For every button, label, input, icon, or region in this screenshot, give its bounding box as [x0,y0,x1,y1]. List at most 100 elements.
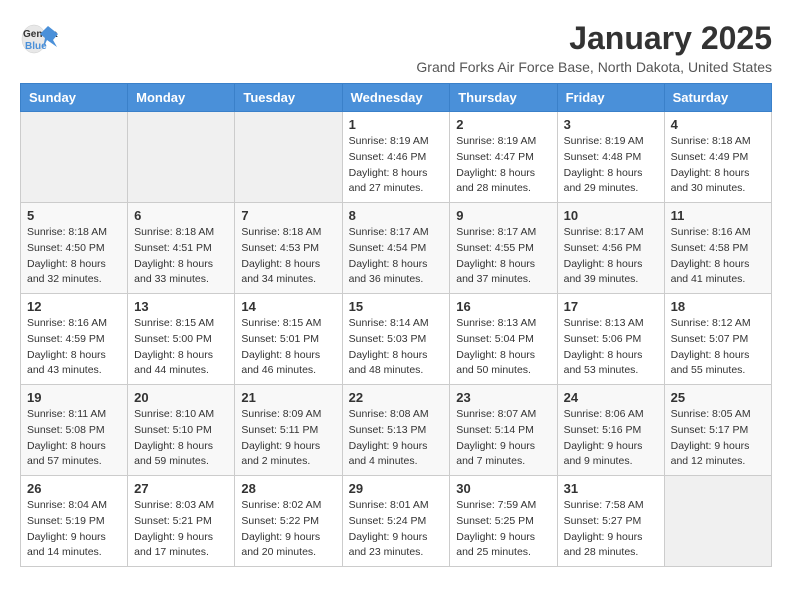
day-info: Sunrise: 8:02 AM Sunset: 5:22 PM Dayligh… [241,498,335,561]
day-info: Sunrise: 8:19 AM Sunset: 4:48 PM Dayligh… [564,134,658,197]
day-info: Sunrise: 8:12 AM Sunset: 5:07 PM Dayligh… [671,316,765,379]
sunset-text: Sunset: 4:49 PM [671,151,749,163]
day-info: Sunrise: 8:09 AM Sunset: 5:11 PM Dayligh… [241,407,335,470]
day-info: Sunrise: 8:14 AM Sunset: 5:03 PM Dayligh… [349,316,444,379]
sunrise-text: Sunrise: 8:16 AM [27,317,107,329]
daylight-text: Daylight: 8 hours and 55 minutes. [671,349,750,377]
day-info: Sunrise: 8:18 AM Sunset: 4:53 PM Dayligh… [241,225,335,288]
daylight-text: Daylight: 8 hours and 34 minutes. [241,258,320,286]
day-info: Sunrise: 8:01 AM Sunset: 5:24 PM Dayligh… [349,498,444,561]
calendar-week-row: 19 Sunrise: 8:11 AM Sunset: 5:08 PM Dayl… [21,385,772,476]
table-row: 9 Sunrise: 8:17 AM Sunset: 4:55 PM Dayli… [450,203,557,294]
day-number: 2 [456,117,550,132]
col-thursday: Thursday [450,84,557,112]
table-row: 25 Sunrise: 8:05 AM Sunset: 5:17 PM Dayl… [664,385,771,476]
daylight-text: Daylight: 8 hours and 27 minutes. [349,167,428,195]
sunrise-text: Sunrise: 8:05 AM [671,408,751,420]
day-info: Sunrise: 8:07 AM Sunset: 5:14 PM Dayligh… [456,407,550,470]
logo-svg: General Blue [20,20,58,58]
day-number: 16 [456,299,550,314]
sunset-text: Sunset: 5:06 PM [564,333,642,345]
sunrise-text: Sunrise: 8:15 AM [134,317,214,329]
day-info: Sunrise: 8:13 AM Sunset: 5:04 PM Dayligh… [456,316,550,379]
day-info: Sunrise: 8:11 AM Sunset: 5:08 PM Dayligh… [27,407,121,470]
daylight-text: Daylight: 8 hours and 46 minutes. [241,349,320,377]
day-number: 15 [349,299,444,314]
daylight-text: Daylight: 8 hours and 44 minutes. [134,349,213,377]
sunrise-text: Sunrise: 8:18 AM [27,226,107,238]
table-row: 17 Sunrise: 8:13 AM Sunset: 5:06 PM Dayl… [557,294,664,385]
daylight-text: Daylight: 9 hours and 14 minutes. [27,531,106,559]
table-row: 4 Sunrise: 8:18 AM Sunset: 4:49 PM Dayli… [664,112,771,203]
sunset-text: Sunset: 4:55 PM [456,242,534,254]
sunset-text: Sunset: 4:48 PM [564,151,642,163]
day-number: 12 [27,299,121,314]
table-row [128,112,235,203]
day-number: 24 [564,390,658,405]
sunrise-text: Sunrise: 8:18 AM [134,226,214,238]
daylight-text: Daylight: 9 hours and 9 minutes. [564,440,643,468]
day-number: 18 [671,299,765,314]
day-info: Sunrise: 8:16 AM Sunset: 4:59 PM Dayligh… [27,316,121,379]
header: General Blue January 2025 Grand Forks Ai… [20,20,772,75]
day-number: 21 [241,390,335,405]
day-number: 4 [671,117,765,132]
table-row [235,112,342,203]
calendar-week-row: 12 Sunrise: 8:16 AM Sunset: 4:59 PM Dayl… [21,294,772,385]
day-number: 19 [27,390,121,405]
sunset-text: Sunset: 4:58 PM [671,242,749,254]
sunset-text: Sunset: 5:14 PM [456,424,534,436]
col-friday: Friday [557,84,664,112]
sunset-text: Sunset: 5:25 PM [456,515,534,527]
table-row: 20 Sunrise: 8:10 AM Sunset: 5:10 PM Dayl… [128,385,235,476]
day-number: 1 [349,117,444,132]
table-row: 5 Sunrise: 8:18 AM Sunset: 4:50 PM Dayli… [21,203,128,294]
sunset-text: Sunset: 5:01 PM [241,333,319,345]
day-number: 8 [349,208,444,223]
col-sunday: Sunday [21,84,128,112]
svg-text:Blue: Blue [25,41,47,52]
col-wednesday: Wednesday [342,84,450,112]
sunset-text: Sunset: 5:17 PM [671,424,749,436]
table-row: 16 Sunrise: 8:13 AM Sunset: 5:04 PM Dayl… [450,294,557,385]
sunset-text: Sunset: 4:59 PM [27,333,105,345]
daylight-text: Daylight: 8 hours and 41 minutes. [671,258,750,286]
day-number: 27 [134,481,228,496]
table-row: 18 Sunrise: 8:12 AM Sunset: 5:07 PM Dayl… [664,294,771,385]
calendar-week-row: 26 Sunrise: 8:04 AM Sunset: 5:19 PM Dayl… [21,476,772,567]
day-info: Sunrise: 8:10 AM Sunset: 5:10 PM Dayligh… [134,407,228,470]
day-info: Sunrise: 8:16 AM Sunset: 4:58 PM Dayligh… [671,225,765,288]
table-row [21,112,128,203]
table-row: 11 Sunrise: 8:16 AM Sunset: 4:58 PM Dayl… [664,203,771,294]
sunrise-text: Sunrise: 8:15 AM [241,317,321,329]
day-number: 9 [456,208,550,223]
sunrise-text: Sunrise: 8:01 AM [349,499,429,511]
daylight-text: Daylight: 9 hours and 17 minutes. [134,531,213,559]
daylight-text: Daylight: 8 hours and 37 minutes. [456,258,535,286]
day-number: 5 [27,208,121,223]
day-number: 7 [241,208,335,223]
table-row: 29 Sunrise: 8:01 AM Sunset: 5:24 PM Dayl… [342,476,450,567]
sunrise-text: Sunrise: 8:03 AM [134,499,214,511]
sunset-text: Sunset: 4:47 PM [456,151,534,163]
daylight-text: Daylight: 8 hours and 33 minutes. [134,258,213,286]
daylight-text: Daylight: 9 hours and 20 minutes. [241,531,320,559]
daylight-text: Daylight: 8 hours and 43 minutes. [27,349,106,377]
daylight-text: Daylight: 8 hours and 53 minutes. [564,349,643,377]
sunrise-text: Sunrise: 8:02 AM [241,499,321,511]
sunrise-text: Sunrise: 8:14 AM [349,317,429,329]
sunset-text: Sunset: 4:46 PM [349,151,427,163]
sunrise-text: Sunrise: 8:09 AM [241,408,321,420]
daylight-text: Daylight: 8 hours and 48 minutes. [349,349,428,377]
daylight-text: Daylight: 8 hours and 28 minutes. [456,167,535,195]
subtitle: Grand Forks Air Force Base, North Dakota… [416,59,772,75]
calendar-week-row: 5 Sunrise: 8:18 AM Sunset: 4:50 PM Dayli… [21,203,772,294]
sunset-text: Sunset: 5:10 PM [134,424,212,436]
day-info: Sunrise: 7:59 AM Sunset: 5:25 PM Dayligh… [456,498,550,561]
sunset-text: Sunset: 5:11 PM [241,424,318,436]
sunrise-text: Sunrise: 8:13 AM [456,317,536,329]
table-row: 28 Sunrise: 8:02 AM Sunset: 5:22 PM Dayl… [235,476,342,567]
daylight-text: Daylight: 8 hours and 36 minutes. [349,258,428,286]
day-info: Sunrise: 8:18 AM Sunset: 4:51 PM Dayligh… [134,225,228,288]
table-row: 21 Sunrise: 8:09 AM Sunset: 5:11 PM Dayl… [235,385,342,476]
